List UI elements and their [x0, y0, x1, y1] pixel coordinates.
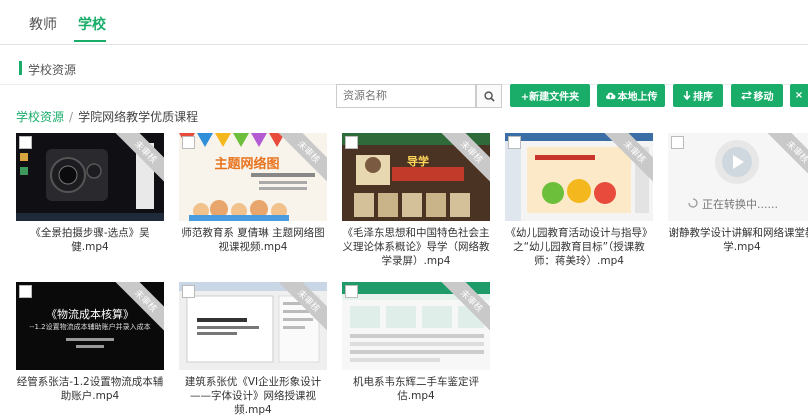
section-header: 学校资源	[0, 52, 808, 85]
breadcrumb-separator: /	[69, 110, 74, 124]
file-caption[interactable]: 经管系张洁-1.2设置物流成本辅助账户.mp4	[14, 375, 166, 403]
file-caption[interactable]: 师范教育系 夏倩琳 主题网络图视课视频.mp4	[177, 226, 329, 254]
active-tab-indicator	[74, 40, 106, 42]
cloud-upload-icon	[605, 92, 615, 100]
file-card[interactable]: 未审核 导学	[342, 133, 490, 221]
file-caption[interactable]: 谢静教学设计讲解和网络课堂教学.mp4	[666, 226, 808, 254]
new-folder-button[interactable]: +新建文件夹	[510, 84, 590, 107]
top-tabs: 教师 学校	[0, 0, 808, 45]
section-accent-bar	[19, 61, 22, 75]
select-checkbox[interactable]	[345, 285, 358, 298]
search-input[interactable]	[337, 85, 469, 105]
upload-button[interactable]: 本地上传	[597, 84, 665, 107]
move-label: 移动	[753, 92, 774, 103]
delete-label: ×	[794, 90, 804, 101]
converting-status: 正在转换中......	[702, 198, 778, 211]
search-box	[336, 84, 476, 108]
loading-spinner-icon	[688, 198, 698, 208]
new-folder-label: +新建文件夹	[520, 92, 580, 103]
file-card[interactable]: 未审核	[179, 282, 327, 370]
file-card[interactable]: 未审核	[16, 133, 164, 221]
file-caption[interactable]: 《全景拍摄步骤-选点》吴健.mp4	[14, 226, 166, 254]
breadcrumb-root[interactable]: 学校资源	[16, 110, 64, 124]
file-card[interactable]: 未审核 主题网络图	[179, 133, 327, 221]
arrow-down-icon	[683, 91, 691, 100]
delete-button[interactable]: ×	[790, 84, 808, 107]
select-checkbox[interactable]	[19, 136, 32, 149]
select-checkbox[interactable]	[19, 285, 32, 298]
sort-label: 排序	[693, 92, 713, 103]
tab-teacher[interactable]: 教师	[29, 14, 57, 34]
swap-arrows-icon	[740, 91, 752, 100]
search-icon	[483, 90, 495, 102]
sort-button[interactable]: 排序	[673, 84, 723, 107]
breadcrumb: 学校资源 / 学院网络教学优质课程	[16, 108, 198, 125]
file-caption[interactable]: 《毛泽东思想和中国特色社会主义理论体系概论》导学（网络教学录屏）.mp4	[340, 226, 492, 268]
upload-label: 本地上传	[617, 92, 658, 103]
thumbnail-title: 主题网络图	[214, 157, 280, 172]
select-checkbox[interactable]	[182, 136, 195, 149]
tab-school[interactable]: 学校	[78, 14, 106, 34]
section-title: 学校资源	[28, 63, 77, 77]
file-card[interactable]: 未审核 《物流成本核算》 --1.2设置物流成本辅助账户并录入成本	[16, 282, 164, 370]
status-badge: 未审核	[763, 133, 808, 186]
select-checkbox[interactable]	[345, 136, 358, 149]
select-checkbox[interactable]	[508, 136, 521, 149]
file-card[interactable]: 未审核	[505, 133, 653, 221]
file-caption[interactable]: 建筑系张优《VI企业形象设计——字体设计》网络授课视频.mp4	[177, 375, 329, 417]
play-icon	[715, 140, 759, 184]
select-checkbox[interactable]	[182, 285, 195, 298]
search-button[interactable]	[476, 84, 502, 108]
file-caption[interactable]: 《幼儿园教育活动设计与指导》之“幼儿园教育目标”（授课教师：蒋美玲）.mp4	[503, 226, 655, 268]
select-checkbox[interactable]	[671, 136, 684, 149]
file-card[interactable]: 未审核 正在转换中......	[668, 133, 808, 221]
move-button[interactable]: 移动	[731, 84, 783, 107]
thumbnail-title: 导学	[407, 155, 429, 168]
breadcrumb-current: 学院网络教学优质课程	[78, 110, 199, 124]
file-caption[interactable]: 机电系韦东辉二手车鉴定评估.mp4	[340, 375, 492, 403]
file-card[interactable]: 未审核	[342, 282, 490, 370]
